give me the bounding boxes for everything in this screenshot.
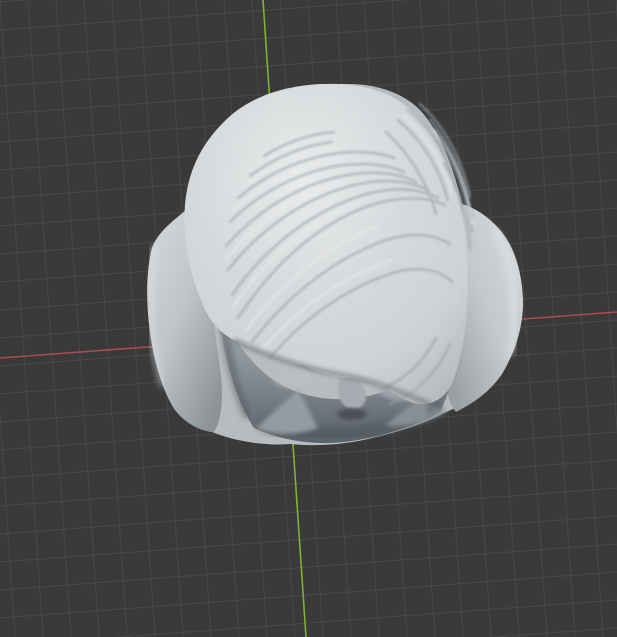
- 3d-viewport[interactable]: [0, 0, 617, 637]
- nose-shadow: [337, 408, 367, 420]
- viewport-canvas[interactable]: [0, 0, 617, 637]
